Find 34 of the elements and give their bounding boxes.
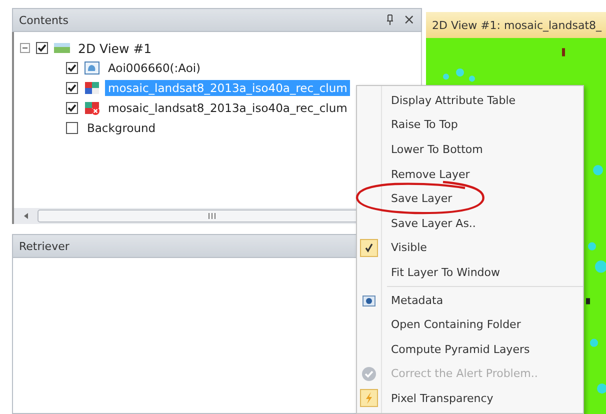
menu-item[interactable]: Display Attribute Table [391,94,516,107]
tree-item[interactable]: Aoi006660(:Aoi) [105,60,204,76]
lightning-icon [360,389,378,408]
raster-error-icon [84,101,100,115]
checkbox[interactable] [66,102,78,114]
info-icon [362,293,376,308]
menu-item[interactable]: Open Containing Folder [391,318,521,332]
raster-layer-icon [84,81,100,95]
view-tab[interactable]: 2D View #1: mosaic_landsat8_ [426,12,606,38]
close-button[interactable]: × [403,13,415,27]
checkbox[interactable] [36,42,48,54]
menu-item[interactable]: Save Layer As.. [391,216,476,230]
tree-item[interactable]: Background [84,120,159,136]
panel-title: Contents [19,14,68,26]
menu-item[interactable]: Lower To Bottom [391,142,483,156]
shape-layer-icon [84,61,100,75]
check-circle-icon [361,366,377,382]
map-view-icon [54,41,70,55]
checkbox[interactable] [66,62,78,74]
menu-item[interactable]: Remove Layer [391,168,470,181]
menu-item[interactable]: Raise To Top [391,118,458,132]
pin-icon[interactable] [385,14,396,26]
menu-item[interactable]: Metadata [391,294,444,307]
panel-title: Retriever [19,240,70,252]
collapse-icon[interactable] [20,43,30,53]
tree-item[interactable]: 2D View #1 [75,40,155,56]
tree-item[interactable]: mosaic_landsat8_2013a_iso40a_rec_clum [105,100,350,116]
checkbox[interactable] [66,122,78,134]
checkbox[interactable] [66,82,78,94]
menu-item[interactable]: Save Layer [391,192,452,206]
menu-item[interactable]: Fit Layer To Window [391,266,500,279]
menu-item[interactable]: Pixel Transparency [391,392,494,405]
menu-item[interactable]: Visible [391,241,427,254]
menu-item[interactable]: Compute Pyramid Layers [391,342,530,356]
